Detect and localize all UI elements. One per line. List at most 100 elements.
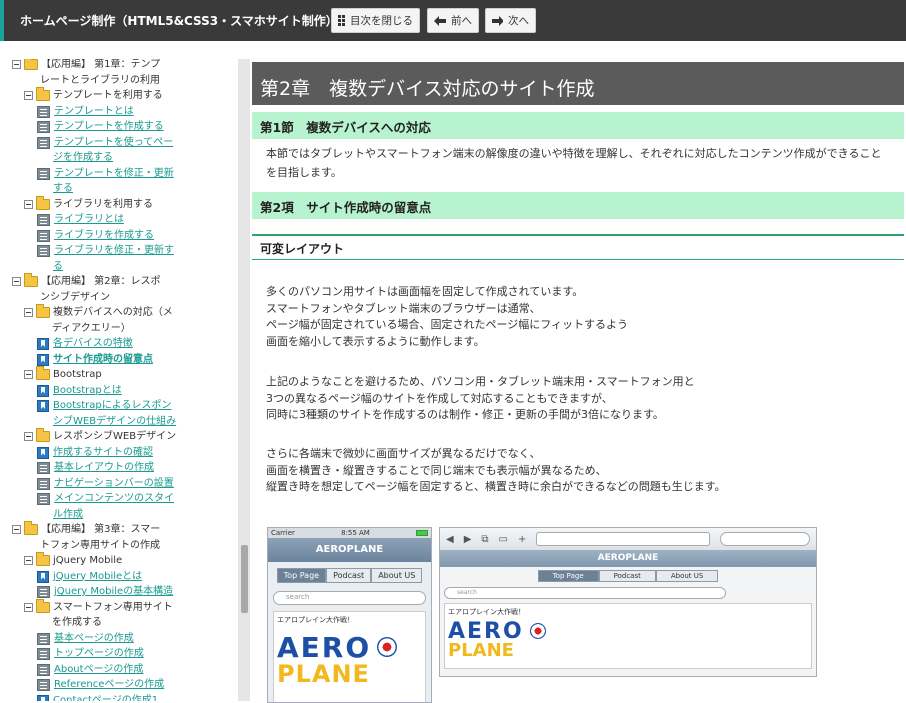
toc-label: 作成するサイトの確認 bbox=[53, 446, 153, 458]
toc-label: テンプレートを修正・更新 bbox=[54, 167, 174, 179]
toc-folder[interactable]: 【応用編】 第3章：スマー bbox=[12, 521, 160, 538]
collapse-toggle-icon[interactable] bbox=[12, 60, 21, 69]
toc-folder[interactable]: 【応用編】 第2章：レスポ bbox=[12, 273, 161, 290]
toc-link[interactable]: Bootstrapによるレスポン bbox=[37, 398, 171, 414]
subheading: 可変レイアウト bbox=[252, 234, 904, 260]
collapse-toggle-icon[interactable] bbox=[24, 370, 33, 379]
folder-icon bbox=[24, 59, 38, 70]
toc-link[interactable]: Contactページの作成1 bbox=[37, 693, 159, 702]
time-label: 8:55 AM bbox=[341, 529, 370, 537]
toc-link-continued[interactable]: シブWEBデザインの仕組み bbox=[53, 414, 176, 430]
toc-folder[interactable]: jQuery Mobile bbox=[24, 552, 122, 569]
phone-search: search bbox=[273, 591, 426, 605]
arrow-right-icon bbox=[492, 15, 503, 26]
collapse-toggle-icon[interactable] bbox=[24, 602, 33, 612]
toc-link[interactable]: jQuery Mobileの基本構造 bbox=[37, 584, 173, 600]
collapse-toggle-icon[interactable] bbox=[12, 277, 21, 286]
phone-tab: About US bbox=[371, 568, 423, 583]
app-title: ホームページ制作（HTML5&CSS3・スマホサイト制作） bbox=[20, 14, 338, 28]
next-button[interactable]: 次へ bbox=[485, 8, 536, 33]
bookmark-page-icon bbox=[37, 384, 49, 397]
chapter-title: 第2章 複数デバイス対応のサイト作成 bbox=[252, 62, 904, 105]
toc-link[interactable]: ライブラリを修正・更新す bbox=[37, 243, 174, 259]
page-icon bbox=[37, 136, 50, 149]
bookmark-page-icon bbox=[37, 570, 49, 583]
bookmark-page-icon bbox=[37, 400, 49, 412]
toc-label: 【応用編】 第2章：レスポ bbox=[41, 276, 161, 287]
collapse-toggle-icon[interactable] bbox=[24, 91, 33, 100]
collapse-toggle-icon[interactable] bbox=[24, 308, 33, 317]
toc-close-button[interactable]: 目次を閉じる bbox=[331, 8, 420, 33]
toc-label: テンプレートを利用する bbox=[53, 90, 163, 101]
url-field bbox=[536, 532, 710, 546]
bookmark-page-icon bbox=[37, 446, 49, 459]
toc-link[interactable]: Aboutページの作成 bbox=[37, 662, 143, 678]
toc-link[interactable]: jQuery Mobileとは bbox=[37, 569, 142, 585]
para-line: ページ幅が固定されている場合、固定されたページ幅にフィットするよう bbox=[266, 318, 629, 331]
toc-label: ル作成 bbox=[53, 508, 83, 520]
logo-line-2: PLANE bbox=[448, 640, 514, 661]
toc-folder[interactable]: レスポンシブWEBデザイン bbox=[24, 428, 176, 445]
toc-link[interactable]: ライブラリとは bbox=[37, 212, 124, 228]
collapse-toggle-icon[interactable] bbox=[24, 556, 33, 565]
toc-label: テンプレートとは bbox=[54, 105, 134, 117]
toc-link[interactable]: テンプレートを作成する bbox=[37, 119, 164, 135]
toc-folder[interactable]: スマートフォン専用サイト bbox=[24, 598, 173, 616]
toc-folder-continued: ディアクエリー） bbox=[52, 321, 131, 337]
phone-site-name: AEROPLANE bbox=[268, 538, 431, 562]
page-icon bbox=[37, 167, 50, 180]
page-icon bbox=[37, 632, 50, 645]
collapse-toggle-icon[interactable] bbox=[24, 432, 33, 441]
toc-folder[interactable]: テンプレートを利用する bbox=[24, 87, 163, 104]
toc-link[interactable]: 基本ページの作成 bbox=[37, 631, 134, 647]
folder-icon bbox=[36, 428, 50, 442]
para-line: さらに各端末で微妙に画面サイズが異なるだけでなく、 bbox=[266, 447, 541, 460]
toc-label: Contactページの作成1 bbox=[53, 694, 159, 702]
prev-button[interactable]: 前へ bbox=[427, 8, 479, 33]
toc-label: Bootstrap bbox=[53, 369, 102, 380]
toc-label: トップページの作成 bbox=[54, 648, 144, 659]
toc-link[interactable]: テンプレートを修正・更新 bbox=[37, 166, 174, 182]
list-icon bbox=[338, 15, 345, 26]
para-line: 3つの異なるページ幅のサイトを作成して対応することもできますが、 bbox=[266, 391, 613, 405]
toc-link[interactable]: テンプレートとは bbox=[37, 104, 134, 120]
toc-link[interactable]: ナビゲーションバーの設置 bbox=[37, 476, 174, 492]
toc-link-continued[interactable]: ル作成 bbox=[53, 507, 83, 523]
toc-link-continued[interactable]: ジを作成する bbox=[53, 150, 113, 166]
toc-link[interactable]: Referenceページの作成 bbox=[37, 677, 164, 693]
toc-link[interactable]: トップページの作成 bbox=[37, 646, 144, 662]
toc-link-continued[interactable]: る bbox=[53, 259, 63, 275]
toc-label: る bbox=[53, 260, 63, 272]
folder-icon bbox=[24, 273, 38, 287]
page-icon bbox=[37, 586, 50, 598]
toc-folder[interactable]: ライブラリを利用する bbox=[24, 195, 153, 213]
toc-label: jQuery Mobileの基本構造 bbox=[54, 586, 174, 597]
toc-label: ライブラリを利用する bbox=[53, 198, 153, 210]
toc-label: Aboutページの作成 bbox=[54, 663, 144, 675]
toc-link[interactable]: テンプレートを使ってペー bbox=[37, 135, 173, 151]
toc-folder[interactable]: 【応用編】 第1章：テンプ bbox=[12, 59, 160, 73]
page-icon bbox=[37, 663, 50, 676]
toc-link[interactable]: ライブラリを作成する bbox=[37, 228, 154, 244]
para-line: スマートフォンやタブレット端末のブラウザーは通常、 bbox=[266, 301, 541, 315]
toc-folder[interactable]: Bootstrap bbox=[24, 366, 102, 383]
tablet-browser-bar: ◀ ▶ ⧉ ▭ + bbox=[440, 528, 816, 550]
toc-link[interactable]: 作成するサイトの確認 bbox=[37, 445, 153, 461]
collapse-toggle-icon[interactable] bbox=[12, 525, 21, 534]
para-line: 画面を縮小して表示するように動作します。 bbox=[266, 334, 485, 348]
paragraph-2: 上記のようなことを避けるため、パソコン用・タブレット端末用・スマートフォン用と … bbox=[266, 374, 896, 424]
toc-label: 基本レイアウトの作成 bbox=[54, 462, 154, 473]
battery-icon bbox=[415, 530, 428, 536]
toc-link[interactable]: 基本レイアウトの作成 bbox=[37, 460, 154, 476]
bookmark-page-icon bbox=[37, 353, 49, 366]
sidebar-scrollbar-thumb[interactable] bbox=[241, 545, 248, 613]
toc-link[interactable]: Bootstrapとは bbox=[37, 383, 122, 399]
toc-link-continued[interactable]: する bbox=[53, 181, 73, 197]
page-icon bbox=[37, 229, 50, 242]
toc-link[interactable]: 各デバイスの特徴 bbox=[37, 336, 133, 352]
toc-link[interactable]: サイト作成時の留意点 bbox=[37, 352, 153, 368]
toc-folder[interactable]: 複数デバイスへの対応（メ bbox=[24, 304, 173, 321]
toc-link[interactable]: メインコンテンツのスタイ bbox=[37, 491, 174, 507]
page-icon bbox=[37, 105, 50, 118]
collapse-toggle-icon[interactable] bbox=[24, 199, 33, 209]
